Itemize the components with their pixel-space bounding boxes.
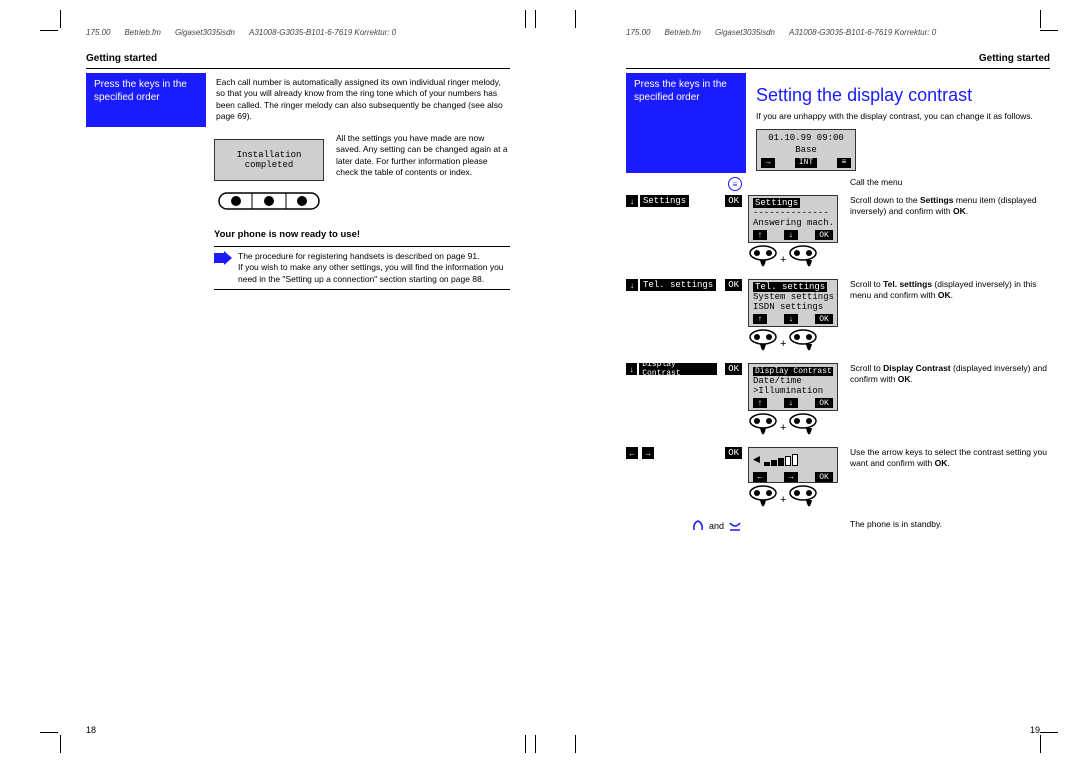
down-arrow-icon: ↓ bbox=[626, 363, 637, 375]
body-column: Each call number is automatically assign… bbox=[206, 73, 510, 127]
handset-down-icon bbox=[728, 519, 742, 533]
intro-text: If you are unhappy with the display cont… bbox=[756, 111, 1050, 122]
note-arrow-icon bbox=[214, 251, 232, 285]
down-arrow-icon: ↓ bbox=[626, 279, 638, 291]
handset-up-icon bbox=[691, 519, 705, 533]
hdr-3: Gigaset3035isdn bbox=[715, 28, 775, 37]
header-line: 175.00 Betrieb.fm Gigaset3035isdn A31008… bbox=[626, 28, 1050, 43]
ready-title: Your phone is now ready to use! bbox=[214, 229, 510, 240]
ok-label: OK bbox=[725, 195, 742, 207]
up-icon: ↑ bbox=[753, 230, 767, 240]
section-title: Getting started bbox=[86, 53, 510, 69]
idle-display: 01.10.99 09:00 Base → INT ≡ bbox=[756, 129, 856, 171]
ok-label: OK bbox=[725, 447, 742, 459]
para-ringer: Each call number is automatically assign… bbox=[216, 77, 510, 123]
lcd-line1: Installation bbox=[221, 150, 317, 160]
right-arrow-icon: → bbox=[642, 447, 654, 459]
idle-line2: Base bbox=[761, 144, 851, 156]
display-contrast-label: Display Contrast bbox=[639, 363, 717, 375]
blue-instruction-text: Press the keys in the specified order bbox=[634, 79, 727, 103]
down-arrow-icon: ↓ bbox=[626, 195, 638, 207]
lcd-contrast-bars: ◄ ←→OK bbox=[748, 447, 838, 483]
keys-icon: + bbox=[748, 329, 844, 359]
right-page: 175.00 Betrieb.fm Gigaset3035isdn A31008… bbox=[540, 0, 1080, 763]
settings-label: Settings bbox=[640, 195, 689, 207]
standby-desc: The phone is in standby. bbox=[850, 519, 1050, 530]
ok-label: OK bbox=[725, 363, 742, 375]
blue-instruction-box: Press the keys in the specified order bbox=[86, 73, 206, 127]
lcd-installation-box: Installation completed bbox=[214, 133, 324, 219]
hdr-2: Betrieb.fm bbox=[664, 28, 700, 37]
keys-icon: + bbox=[748, 485, 844, 515]
lcd-contrast: Display Contrast Date/time >Illumination… bbox=[748, 363, 838, 411]
down-icon: ↓ bbox=[784, 230, 798, 240]
keys-icon: + bbox=[748, 413, 844, 443]
para-saved: All the settings you have made are now s… bbox=[336, 133, 510, 179]
blue-instruction-box: Press the keys in the specified order bbox=[626, 73, 746, 173]
ok-icon: OK bbox=[815, 230, 833, 240]
menu-desc: Call the menu bbox=[850, 177, 1050, 188]
tel-settings-label: Tel. settings bbox=[640, 279, 716, 291]
int-label: INT bbox=[795, 158, 817, 168]
page-number: 18 bbox=[86, 725, 96, 735]
keys-icon: + bbox=[748, 245, 844, 275]
hdr-1: 175.00 bbox=[626, 28, 650, 37]
left-soft-icon: → bbox=[761, 158, 775, 168]
hdr-4: A31008-G3035-B101-6-7619 Korrektur: 0 bbox=[789, 28, 936, 37]
hdr-2: Betrieb.fm bbox=[124, 28, 160, 37]
note-text-2: If you wish to make any other settings, … bbox=[238, 262, 510, 285]
lcd-tel: Tel. settings System settings ISDN setti… bbox=[748, 279, 838, 327]
menu-soft-icon: ≡ bbox=[837, 158, 851, 168]
header-line: 175.00 Betrieb.fm Gigaset3035isdn A31008… bbox=[86, 28, 510, 43]
hdr-4: A31008-G3035-B101-6-7619 Korrektur: 0 bbox=[249, 28, 396, 37]
lcd-settings: Settings -------------- Answering mach. … bbox=[748, 195, 838, 243]
note-block: The procedure for registering handsets i… bbox=[214, 246, 510, 290]
heading-contrast: Setting the display contrast bbox=[756, 83, 1050, 107]
page-number: 19 bbox=[1030, 725, 1040, 735]
three-keys-icon bbox=[214, 189, 324, 213]
hdr-3: Gigaset3035isdn bbox=[175, 28, 235, 37]
blue-instruction-text: Press the keys in the specified order bbox=[94, 79, 187, 103]
idle-line1: 01.10.99 09:00 bbox=[761, 132, 851, 144]
contrast-bars-icon bbox=[764, 454, 798, 466]
menu-key-icon: ≡ bbox=[728, 177, 742, 191]
hdr-1: 175.00 bbox=[86, 28, 110, 37]
note-text-1: The procedure for registering handsets i… bbox=[238, 251, 510, 262]
lcd-line2: completed bbox=[221, 160, 317, 170]
left-page: 175.00 Betrieb.fm Gigaset3035isdn A31008… bbox=[0, 0, 540, 763]
ok-label: OK bbox=[725, 279, 742, 291]
section-title: Getting started bbox=[626, 53, 1050, 69]
left-arrow-icon: ← bbox=[626, 447, 638, 459]
and-text: and bbox=[709, 521, 724, 531]
